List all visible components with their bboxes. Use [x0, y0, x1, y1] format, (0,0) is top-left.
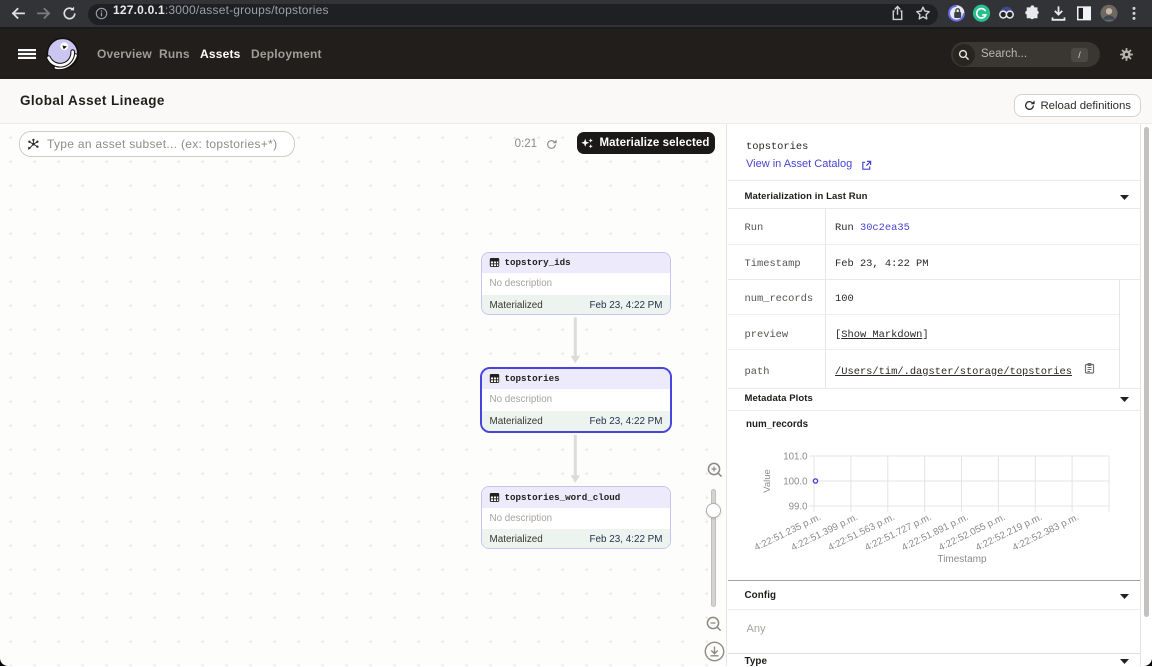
- svg-text:Timestamp: Timestamp: [937, 554, 987, 565]
- svg-text:99.0: 99.0: [789, 501, 808, 512]
- svg-text:100.0: 100.0: [783, 476, 808, 487]
- svg-text:101.0: 101.0: [783, 451, 808, 462]
- svg-text:Value: Value: [762, 469, 773, 493]
